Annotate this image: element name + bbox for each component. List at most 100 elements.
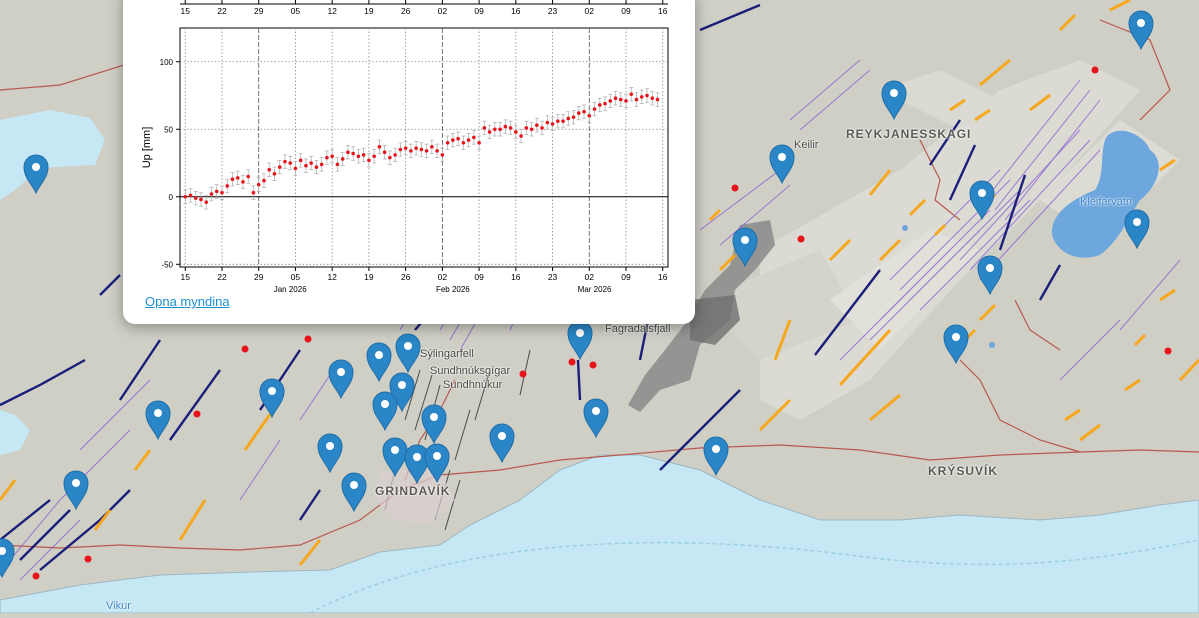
data-point xyxy=(419,147,424,152)
data-point xyxy=(277,165,282,169)
data-point xyxy=(545,120,550,125)
map-marker-icon[interactable] xyxy=(317,433,343,474)
prev-chart-tick-label: 15 xyxy=(181,6,191,16)
map-view[interactable]: REYKJANESSKAGI Keilir Kleifarvatn KRÝSUV… xyxy=(0,0,1199,614)
data-point xyxy=(325,155,329,160)
y-axis-label: Up [mm] xyxy=(141,127,153,169)
place-label-kleifarvatn: Kleifarvatn xyxy=(1080,196,1132,208)
map-marker-icon[interactable] xyxy=(732,227,758,268)
place-label-vikur: Vikur xyxy=(106,600,131,612)
map-marker-icon[interactable] xyxy=(881,80,907,121)
map-marker-icon[interactable] xyxy=(567,320,593,361)
data-point xyxy=(519,134,523,138)
data-point xyxy=(650,96,655,101)
data-point xyxy=(645,93,649,98)
data-point xyxy=(571,115,576,119)
data-point xyxy=(550,122,555,126)
prev-chart-tick-label: 16 xyxy=(511,6,521,16)
data-point xyxy=(655,97,660,102)
x-tick-label: 19 xyxy=(364,272,374,282)
data-point xyxy=(388,155,392,160)
place-label-keilir: Keilir xyxy=(794,139,819,151)
month-label: Jan 2026 xyxy=(274,285,307,294)
map-marker-icon[interactable] xyxy=(372,391,398,432)
data-point xyxy=(456,136,460,141)
data-point xyxy=(225,184,230,188)
data-point xyxy=(414,146,418,150)
data-point xyxy=(424,149,429,153)
prev-chart-tick-label: 12 xyxy=(327,6,337,16)
data-point xyxy=(340,157,345,161)
data-point xyxy=(199,197,203,202)
data-point xyxy=(356,154,361,159)
data-point xyxy=(298,158,303,163)
map-marker-icon[interactable] xyxy=(769,144,795,185)
map-marker-icon[interactable] xyxy=(969,180,995,221)
popup-pointer xyxy=(521,308,543,322)
month-label: Feb 2026 xyxy=(436,285,470,294)
data-point xyxy=(435,149,439,153)
data-point xyxy=(377,145,382,149)
month-label: Mar 2026 xyxy=(578,285,612,294)
x-tick-label: 12 xyxy=(327,272,337,282)
data-point xyxy=(188,193,193,198)
map-marker-icon[interactable] xyxy=(63,470,89,511)
x-tick-label: 22 xyxy=(217,272,227,282)
data-point xyxy=(319,162,324,167)
map-marker-icon[interactable] xyxy=(0,538,15,579)
data-point xyxy=(451,138,455,142)
gps-uplift-chart: 15 22 29 05 12 19 26 02 09 16 23 02 09 16 15 22 29 05 12 1… xyxy=(141,0,669,294)
data-point xyxy=(262,178,266,183)
data-point xyxy=(304,163,308,168)
map-marker-icon[interactable] xyxy=(1128,10,1154,51)
data-point xyxy=(346,150,350,155)
map-marker-icon[interactable] xyxy=(943,324,969,365)
map-marker-icon[interactable] xyxy=(421,404,447,445)
data-point xyxy=(309,161,313,165)
data-point xyxy=(477,140,481,145)
map-marker-icon[interactable] xyxy=(341,472,367,513)
data-point xyxy=(582,109,586,114)
map-marker-icon[interactable] xyxy=(145,400,171,441)
y-tick-label: 0 xyxy=(169,193,174,202)
map-marker-icon[interactable] xyxy=(23,154,49,195)
data-point xyxy=(214,189,219,194)
data-point xyxy=(576,111,581,115)
data-point xyxy=(498,127,502,132)
map-marker-icon[interactable] xyxy=(703,436,729,477)
map-marker-icon[interactable] xyxy=(583,398,609,439)
data-point xyxy=(597,103,602,107)
data-point xyxy=(235,176,240,180)
map-marker-icon[interactable] xyxy=(328,359,354,400)
data-point xyxy=(592,107,597,111)
data-point xyxy=(267,167,272,172)
prev-chart-tick-label: 09 xyxy=(621,6,631,16)
map-marker-icon[interactable] xyxy=(977,255,1003,296)
data-point xyxy=(440,153,445,157)
prev-chart-tick-label: 02 xyxy=(585,6,595,16)
map-marker-icon[interactable] xyxy=(259,378,285,419)
data-point xyxy=(393,153,397,157)
data-point xyxy=(230,177,235,182)
place-label-krysuvik: KRÝSUVÍK xyxy=(928,464,999,478)
x-tick-label: 29 xyxy=(254,272,264,282)
data-point xyxy=(634,97,639,102)
x-tick-label: 09 xyxy=(474,272,484,282)
data-point xyxy=(403,146,408,150)
prev-chart-tick-label: 23 xyxy=(548,6,558,16)
place-label-sylingarfell: Sýlingarfell xyxy=(420,348,474,360)
data-point xyxy=(409,149,413,153)
prev-chart-tick-label: 02 xyxy=(438,6,448,16)
map-marker-icon[interactable] xyxy=(424,443,450,484)
prev-chart-tick-label: 29 xyxy=(254,6,264,16)
data-point xyxy=(251,190,256,195)
data-point xyxy=(639,95,644,99)
data-point xyxy=(566,116,571,121)
data-point xyxy=(193,196,198,200)
map-marker-icon[interactable] xyxy=(395,333,421,374)
map-marker-icon[interactable] xyxy=(489,423,515,464)
data-point xyxy=(256,182,261,187)
data-point xyxy=(241,180,245,184)
map-marker-icon[interactable] xyxy=(1124,209,1150,250)
open-image-link[interactable]: Opna myndina xyxy=(145,294,230,309)
